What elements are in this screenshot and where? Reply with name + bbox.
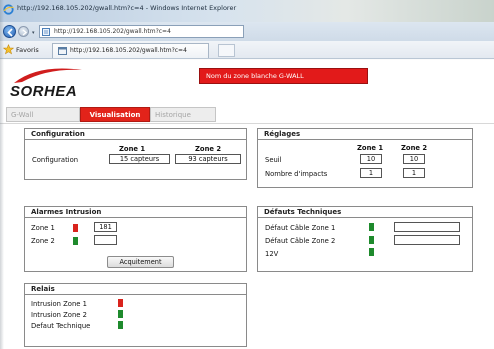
relais-intrusion-zone1-indicator <box>118 299 123 307</box>
sorhea-logo: SORHEA <box>10 68 82 100</box>
internet-explorer-icon <box>3 4 14 15</box>
reglages-impacts-label: Nombre d'impacts <box>265 170 328 178</box>
relais-panel: Relais Intrusion Zone 1 Intrusion Zone 2… <box>24 283 247 347</box>
photo-edge-shadow <box>0 0 4 349</box>
defauts-panel-title: Défauts Techniques <box>264 208 342 216</box>
reglages-seuil-zone2: 10 <box>403 154 425 164</box>
reglages-zone2-header: Zone 2 <box>401 144 428 152</box>
defaut-12v-label: 12V <box>265 250 279 258</box>
alarme-zone2-value <box>94 235 117 245</box>
favorites-bar: Favoris http://192.168.105.202/gwall.htm… <box>0 41 494 59</box>
defauts-panel: Défauts Techniques Défaut Câble Zone 1 D… <box>257 206 473 272</box>
relais-intrusion-zone2-label: Intrusion Zone 2 <box>31 311 87 319</box>
new-tab-button[interactable] <box>218 44 235 57</box>
defaut-12v-indicator <box>369 248 374 256</box>
configuration-panel-header: Configuration <box>25 129 246 140</box>
configuration-zone1-header: Zone 1 <box>119 145 146 153</box>
defaut-cable-zone1-value <box>394 222 460 232</box>
favorites-label: Favoris <box>16 46 39 54</box>
relais-defaut-technique-label: Defaut Technique <box>31 322 91 330</box>
defauts-panel-header: Défauts Techniques <box>258 207 472 218</box>
configuration-panel-title: Configuration <box>31 130 85 138</box>
tabs-divider <box>0 123 494 124</box>
window-titlebar: http://192.168.105.202/gwall.htm?c=4 - W… <box>0 0 494 22</box>
zone-name-banner: Nom du zone blanche G-WALL <box>199 68 368 84</box>
history-dropdown-icon[interactable]: ▾ <box>32 30 35 36</box>
relais-defaut-technique-indicator <box>118 321 123 329</box>
defaut-cable-zone2-indicator <box>369 236 374 244</box>
tab-label: http://192.168.105.202/gwall.htm?c=4 <box>70 47 187 54</box>
tab-historique[interactable]: Historique <box>150 107 216 122</box>
configuration-zone2-header: Zone 2 <box>195 145 222 153</box>
screenshot: http://192.168.105.202/gwall.htm?c=4 - W… <box>0 0 494 349</box>
back-button[interactable] <box>3 25 16 38</box>
browser-navigation-bar: ▾ http://192.168.105.202/gwall.htm?c=4 <box>0 22 494 41</box>
relais-intrusion-zone1-label: Intrusion Zone 1 <box>31 300 87 308</box>
alarme-zone1-label: Zone 1 <box>31 224 55 232</box>
defaut-cable-zone1-label: Défaut Câble Zone 1 <box>265 224 336 232</box>
configuration-row-label: Configuration <box>32 156 79 164</box>
reglages-impacts-zone1: 1 <box>360 168 382 178</box>
configuration-panel: Configuration Zone 1 Zone 2 Configuratio… <box>24 128 247 180</box>
main-tabs: G-Wall Visualisation Historique <box>0 107 230 123</box>
tab-visualisation[interactable]: Visualisation <box>80 107 150 122</box>
relais-intrusion-zone2-indicator <box>118 310 123 318</box>
browser-tab[interactable]: http://192.168.105.202/gwall.htm?c=4 <box>52 43 209 58</box>
window-title: http://192.168.105.202/gwall.htm?c=4 - W… <box>17 4 237 12</box>
reglages-seuil-label: Seuil <box>265 156 282 164</box>
address-bar[interactable]: http://192.168.105.202/gwall.htm?c=4 <box>39 25 244 38</box>
alarme-zone2-status-indicator <box>73 237 78 245</box>
reglages-impacts-zone2: 1 <box>403 168 425 178</box>
defaut-cable-zone2-value <box>394 235 460 245</box>
reglages-seuil-zone1: 10 <box>360 154 382 164</box>
alarme-zone1-value: 181 <box>94 222 117 232</box>
relais-panel-title: Relais <box>31 285 55 293</box>
alarme-zone2-label: Zone 2 <box>31 237 55 245</box>
alarmes-panel-title: Alarmes Intrusion <box>31 208 102 216</box>
defaut-cable-zone1-indicator <box>369 223 374 231</box>
reglages-panel: Réglages Zone 1 Zone 2 Seuil 10 10 Nombr… <box>257 128 473 188</box>
page-content: SORHEA Nom du zone blanche G-WALL G-Wall… <box>0 60 494 349</box>
page-icon <box>42 28 50 36</box>
tab-g-wall[interactable]: G-Wall <box>6 107 80 122</box>
address-url[interactable]: http://192.168.105.202/gwall.htm?c=4 <box>54 28 171 35</box>
tab-page-icon <box>58 47 67 55</box>
reglages-panel-title: Réglages <box>264 130 301 138</box>
favorites-star-icon <box>3 44 14 55</box>
relais-panel-header: Relais <box>25 284 246 295</box>
arrow-right-icon <box>22 29 28 36</box>
alarmes-panel-header: Alarmes Intrusion <box>25 207 246 218</box>
arrow-left-icon <box>7 28 13 37</box>
reglages-panel-header: Réglages <box>258 129 472 140</box>
configuration-zone2-value: 93 capteurs <box>175 154 241 164</box>
acquitement-button[interactable]: Acquitement <box>107 256 174 268</box>
alarmes-panel: Alarmes Intrusion Zone 1 181 Zone 2 Acqu… <box>24 206 247 272</box>
alarme-zone1-status-indicator <box>73 224 78 232</box>
forward-button[interactable] <box>18 26 29 37</box>
banner-text: Nom du zone blanche G-WALL <box>206 72 304 80</box>
defaut-cable-zone2-label: Défaut Câble Zone 2 <box>265 237 336 245</box>
logo-text: SORHEA <box>10 83 77 100</box>
reglages-zone1-header: Zone 1 <box>357 144 384 152</box>
configuration-zone1-value: 15 capteurs <box>109 154 170 164</box>
